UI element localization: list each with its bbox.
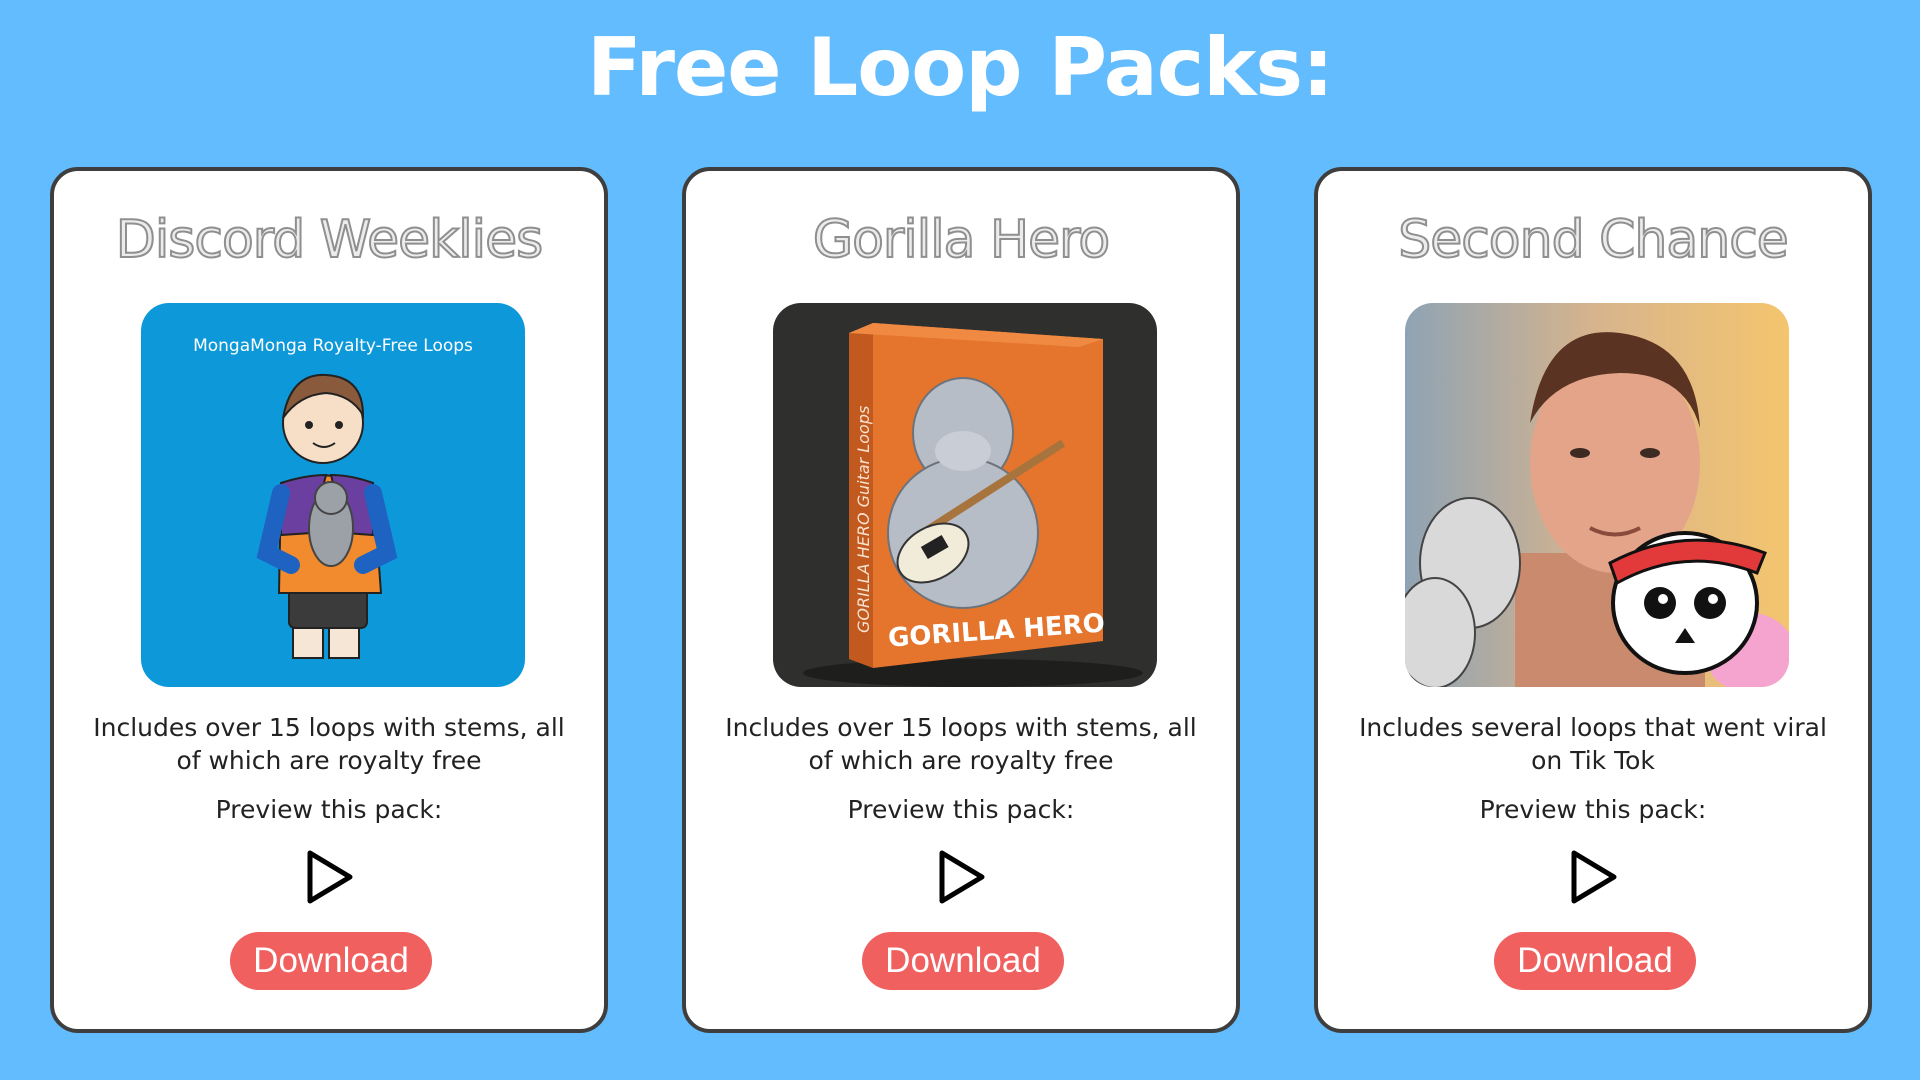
box-side-label: GORILLA HERO Guitar Loops [854, 406, 873, 633]
pack-description: Includes several loops that went viral o… [1359, 713, 1827, 775]
pack-card-second-chance: Second Chance Includes several loops tha… [1314, 167, 1872, 1033]
pack-title: Second Chance [1397, 209, 1790, 271]
page-title: Free Loop Packs: [586, 21, 1334, 114]
download-button[interactable]: Download [862, 932, 1064, 990]
pack-cover-image: GORILLA HERO Guitar Loops GORILLA HERO [773, 303, 1157, 687]
pack-cover-image [1405, 303, 1789, 687]
pack-description: Includes over 15 loops with stems, all o… [725, 713, 1197, 775]
pack-card-discord-weeklies: Discord Weeklies MongaMonga Royalty-Free… [50, 167, 608, 1033]
play-icon[interactable] [932, 847, 990, 907]
preview-label: Preview this pack: [1479, 795, 1707, 824]
download-button[interactable]: Download [230, 932, 432, 990]
preview-label: Preview this pack: [215, 795, 443, 824]
pack-cover-image: MongaMonga Royalty-Free Loops [141, 303, 525, 687]
pack-title: Discord Weeklies [115, 209, 544, 271]
download-button[interactable]: Download [1494, 932, 1696, 990]
preview-label: Preview this pack: [847, 795, 1075, 824]
pack-description: Includes over 15 loops with stems, all o… [93, 713, 565, 775]
play-icon[interactable] [300, 847, 358, 907]
play-icon[interactable] [1564, 847, 1622, 907]
pack-title: Gorilla Hero [812, 209, 1111, 271]
pack-card-gorilla-hero: Gorilla Hero GORILLA HERO Guitar Loops G… [682, 167, 1240, 1033]
cover-caption: MongaMonga Royalty-Free Loops [193, 336, 473, 356]
